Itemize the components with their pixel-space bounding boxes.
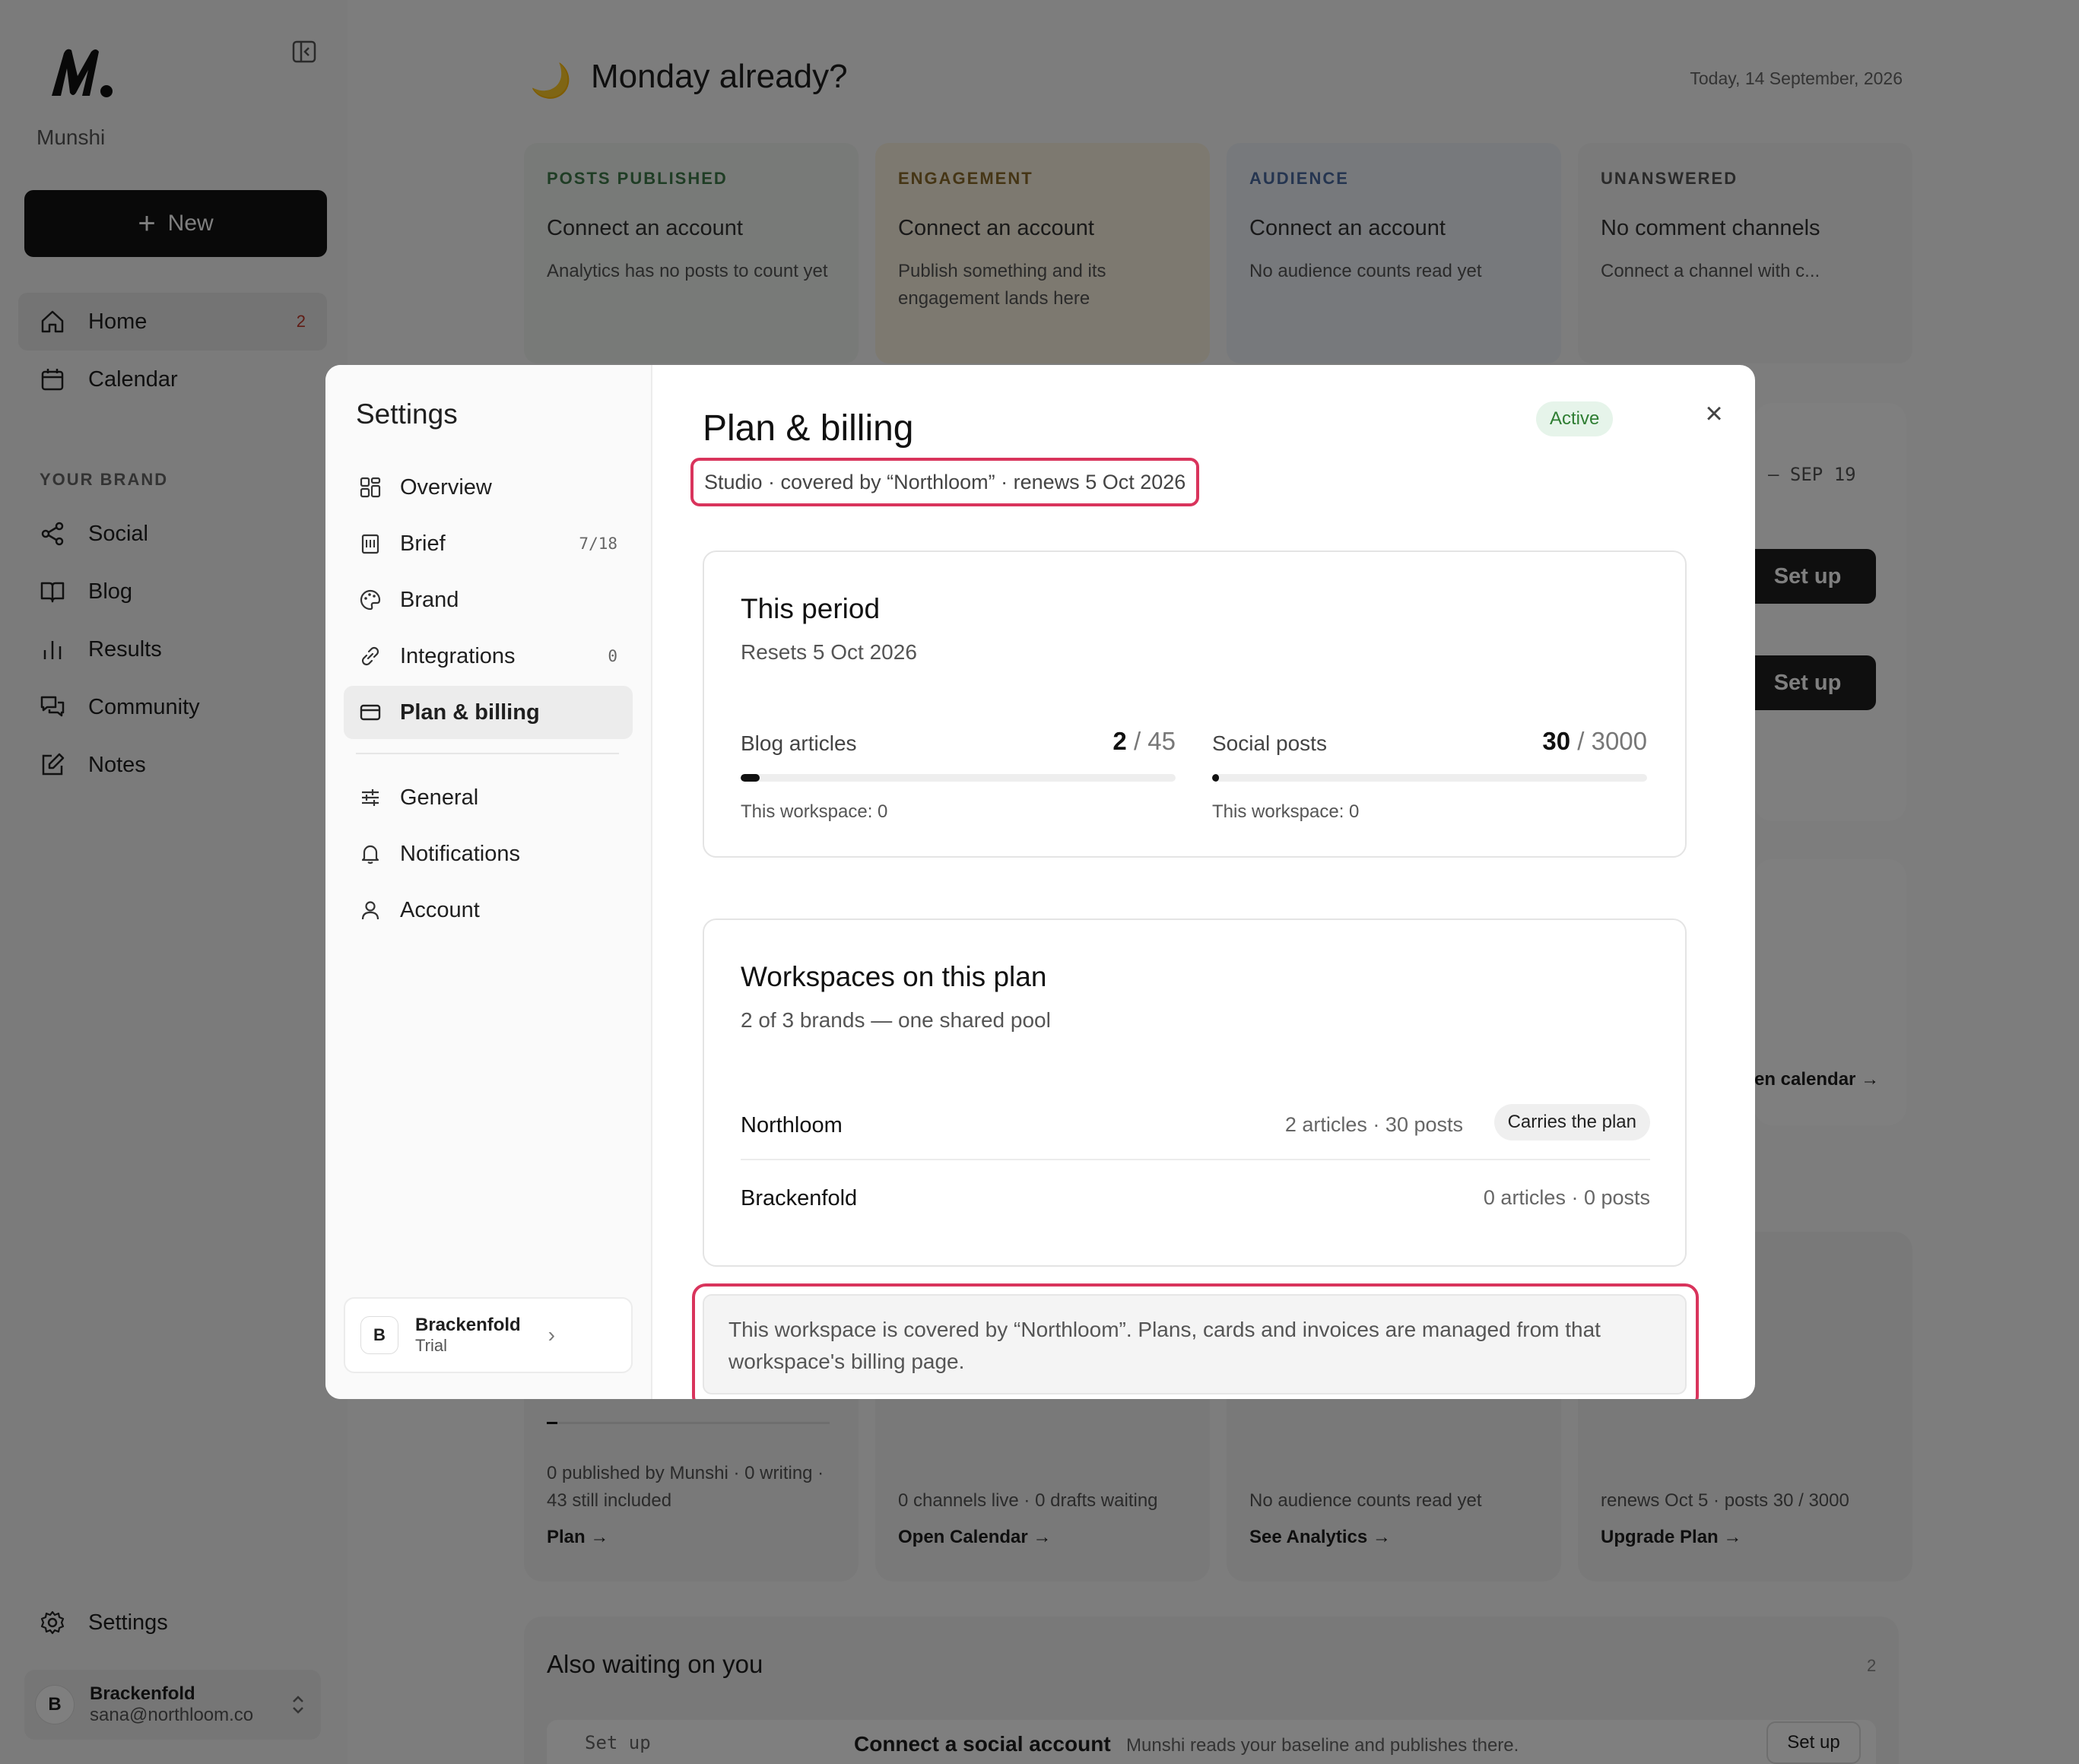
- settings-nav-overview[interactable]: Overview: [344, 461, 633, 514]
- workspaces-card: Workspaces on this plan 2 of 3 brands — …: [703, 918, 1687, 1267]
- palette-icon: [360, 589, 381, 611]
- page-title: Plan & billing: [703, 408, 914, 449]
- settings-nav-label: Plan & billing: [400, 700, 540, 725]
- meter-note: This workspace: 0: [1212, 801, 1360, 822]
- meter-value: 30 / 3000: [1542, 727, 1647, 755]
- meter-track: [741, 774, 1176, 782]
- settings-nav-brand[interactable]: Brand: [344, 573, 633, 627]
- workspace-switcher[interactable]: B Brackenfold Trial ›: [344, 1297, 633, 1373]
- settings-nav-account[interactable]: Account: [344, 884, 633, 937]
- workspace-row-name: Northloom: [741, 1113, 843, 1137]
- meter-note: This workspace: 0: [741, 801, 888, 822]
- settings-nav-brief[interactable]: Brief 7/18: [344, 517, 633, 570]
- settings-nav-plan-billing[interactable]: Plan & billing: [344, 686, 633, 739]
- settings-sidebar: Settings Overview Brief 7/18 Brand Integ…: [325, 365, 652, 1399]
- meter-fill: [741, 774, 760, 782]
- workspace-row-stats: 0 articles · 0 posts: [1483, 1186, 1650, 1209]
- bell-icon: [361, 845, 379, 865]
- building-icon: [361, 534, 379, 554]
- settings-modal: Settings Overview Brief 7/18 Brand Integ…: [325, 365, 1755, 1399]
- workspaces-title: Workspaces on this plan: [741, 961, 1047, 992]
- workspace-avatar: B: [360, 1316, 398, 1354]
- period-title: This period: [741, 593, 881, 624]
- chevron-right-icon: ›: [548, 1323, 555, 1347]
- workspace-row-stats: 2 articles · 30 posts: [1284, 1113, 1463, 1136]
- workspace-row-name: Brackenfold: [741, 1186, 858, 1210]
- settings-nav-general[interactable]: General: [344, 771, 633, 824]
- user-icon: [361, 901, 379, 920]
- period-card: This period Resets 5 Oct 2026 Blog artic…: [703, 550, 1687, 858]
- meter-label: Blog articles: [741, 731, 857, 755]
- settings-nav-divider: [356, 753, 619, 754]
- settings-nav-notifications[interactable]: Notifications: [344, 827, 633, 880]
- credit-card-icon: [360, 704, 381, 721]
- settings-nav-label: Account: [400, 897, 480, 922]
- meter-value: 2 / 45: [1113, 727, 1176, 755]
- settings-nav-label: Brand: [400, 587, 459, 612]
- link-icon: [361, 646, 379, 666]
- workspace-divider: [741, 1159, 1650, 1160]
- settings-nav-integrations[interactable]: Integrations 0: [344, 630, 633, 683]
- workspace-row: Brackenfold 0 articles · 0 posts: [741, 1168, 1650, 1236]
- billing-notice: This workspace is covered by “Northloom”…: [703, 1294, 1687, 1394]
- settings-nav-label: Overview: [400, 474, 492, 500]
- meter-label: Social posts: [1212, 731, 1327, 755]
- plan-subline: Studio · covered by “Northloom” · renews…: [690, 458, 1200, 506]
- status-badge: Active: [1536, 401, 1614, 436]
- settings-nav-label: General: [400, 785, 479, 810]
- grid-icon: [360, 477, 381, 498]
- period-resets: Resets 5 Oct 2026: [741, 640, 917, 664]
- meter-fill: [1212, 774, 1219, 782]
- integrations-count: 0: [608, 647, 617, 665]
- carries-plan-badge: Carries the plan: [1493, 1104, 1650, 1141]
- sliders-icon: [362, 789, 379, 806]
- close-icon[interactable]: ×: [1697, 397, 1731, 430]
- settings-nav-label: Brief: [400, 531, 446, 556]
- workspace-name: Brackenfold: [415, 1315, 521, 1335]
- plan-billing-panel: Plan & billing Active × Studio · covered…: [652, 365, 1755, 1399]
- workspaces-sub: 2 of 3 brands — one shared pool: [741, 1008, 1051, 1032]
- settings-nav-label: Notifications: [400, 841, 520, 866]
- brief-count: 7/18: [579, 535, 617, 553]
- settings-title: Settings: [356, 398, 458, 430]
- workspace-tier: Trial: [415, 1336, 447, 1355]
- meter-track: [1212, 774, 1647, 782]
- settings-nav-label: Integrations: [400, 643, 516, 668]
- workspace-row: Northloom 2 articles · 30 posts Carries …: [741, 1095, 1650, 1163]
